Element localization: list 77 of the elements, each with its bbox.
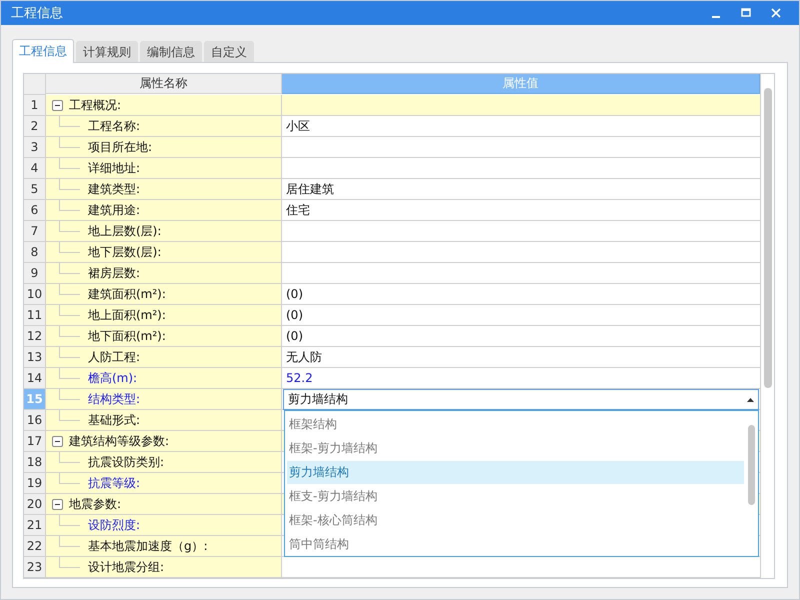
property-name: 裙房层数: xyxy=(88,264,140,282)
row-number: 14 xyxy=(24,368,46,389)
row-number: 3 xyxy=(24,137,46,158)
property-name: 建筑面积(m²): xyxy=(88,286,166,302)
property-name: 檐高(m): xyxy=(88,370,138,386)
property-value: 无人防 xyxy=(286,348,322,366)
property-name: 地下面积(m²): xyxy=(88,328,166,344)
structure-type-dropdown[interactable]: 剪力墙结构 xyxy=(283,389,759,410)
property-name: 工程概况: xyxy=(69,96,122,114)
row-number: 12 xyxy=(24,326,46,347)
dropdown-option[interactable]: 剪力墙结构 xyxy=(287,460,744,484)
row-number: 1 xyxy=(24,95,46,116)
row-number: 23 xyxy=(24,557,46,578)
property-name: 项目所在地: xyxy=(88,138,152,156)
row-number: 13 xyxy=(24,347,46,368)
property-value-cell[interactable] xyxy=(282,95,760,116)
close-icon xyxy=(771,8,781,18)
row-number: 15 xyxy=(24,389,46,410)
property-value: (0) xyxy=(286,287,303,301)
row-number: 7 xyxy=(24,221,46,242)
property-name: 设计地震分组: xyxy=(88,558,164,576)
row-number: 17 xyxy=(24,431,46,452)
dropdown-option[interactable]: 框架-核心筒结构 xyxy=(287,508,744,532)
property-name: 地下层数(层): xyxy=(88,244,162,260)
property-value: 住宅 xyxy=(286,202,310,218)
row-number: 2 xyxy=(24,116,46,137)
property-name: 工程名称: xyxy=(88,118,140,134)
column-header[interactable]: 属性名称 xyxy=(46,74,282,94)
dropdown-option[interactable]: 筒中筒结构 xyxy=(287,532,744,556)
row-number: 22 xyxy=(24,536,46,557)
property-name: 人防工程: xyxy=(88,348,140,366)
property-name: 抗震设防类别: xyxy=(88,454,164,470)
property-name: 建筑结构等级参数: xyxy=(69,432,170,450)
row-number: 21 xyxy=(24,515,46,536)
property-value: 小区 xyxy=(286,118,310,134)
scrollbar-thumb[interactable] xyxy=(764,88,772,388)
property-name: 地上面积(m²): xyxy=(88,306,166,324)
row-number: 8 xyxy=(24,242,46,263)
row-number: 20 xyxy=(24,494,46,515)
minimize-icon xyxy=(712,16,720,18)
collapse-icon[interactable] xyxy=(52,498,63,510)
row-number: 11 xyxy=(24,305,46,326)
row-number: 19 xyxy=(24,473,46,494)
scrollbar-thumb[interactable] xyxy=(748,425,754,505)
property-name: 抗震等级: xyxy=(88,474,140,492)
row-number: 16 xyxy=(24,410,46,431)
dropdown-option[interactable]: 框架-剪力墙结构 xyxy=(287,436,744,461)
caret-up-icon xyxy=(747,398,754,402)
row-number: 9 xyxy=(24,263,46,284)
tab[interactable]: 工程信息 xyxy=(12,39,74,63)
property-value: 52.2 xyxy=(286,371,313,385)
property-name: 地震参数: xyxy=(69,496,122,512)
row-number: 10 xyxy=(24,284,46,305)
property-name: 建筑类型: xyxy=(88,180,140,198)
tab[interactable]: 自定义 xyxy=(204,41,254,62)
property-name: 设防烈度: xyxy=(88,516,140,534)
property-value: 居住建筑 xyxy=(286,180,334,198)
property-name: 基本地震加速度（g）: xyxy=(88,538,208,554)
row-number: 18 xyxy=(24,452,46,473)
property-name: 地上层数(层): xyxy=(88,222,162,240)
row-number: 5 xyxy=(24,179,46,200)
property-name: 基础形式: xyxy=(88,412,140,428)
property-value: (0) xyxy=(286,329,303,343)
tab[interactable]: 计算规则 xyxy=(76,41,138,62)
window-title: 工程信息 xyxy=(11,5,64,22)
property-value: (0) xyxy=(286,308,303,322)
property-name: 建筑用途: xyxy=(88,202,140,218)
property-name: 结构类型: xyxy=(88,390,140,408)
dropdown-option[interactable]: 框支-剪力墙结构 xyxy=(287,484,744,508)
tab[interactable]: 编制信息 xyxy=(140,41,202,62)
collapse-icon[interactable] xyxy=(52,100,63,110)
row-number: 4 xyxy=(24,158,46,179)
collapse-icon[interactable] xyxy=(52,436,63,446)
row-number: 6 xyxy=(24,200,46,221)
property-name: 详细地址: xyxy=(88,160,140,176)
maximize-icon xyxy=(741,8,751,18)
dropdown-option[interactable]: 框架结构 xyxy=(287,413,744,437)
